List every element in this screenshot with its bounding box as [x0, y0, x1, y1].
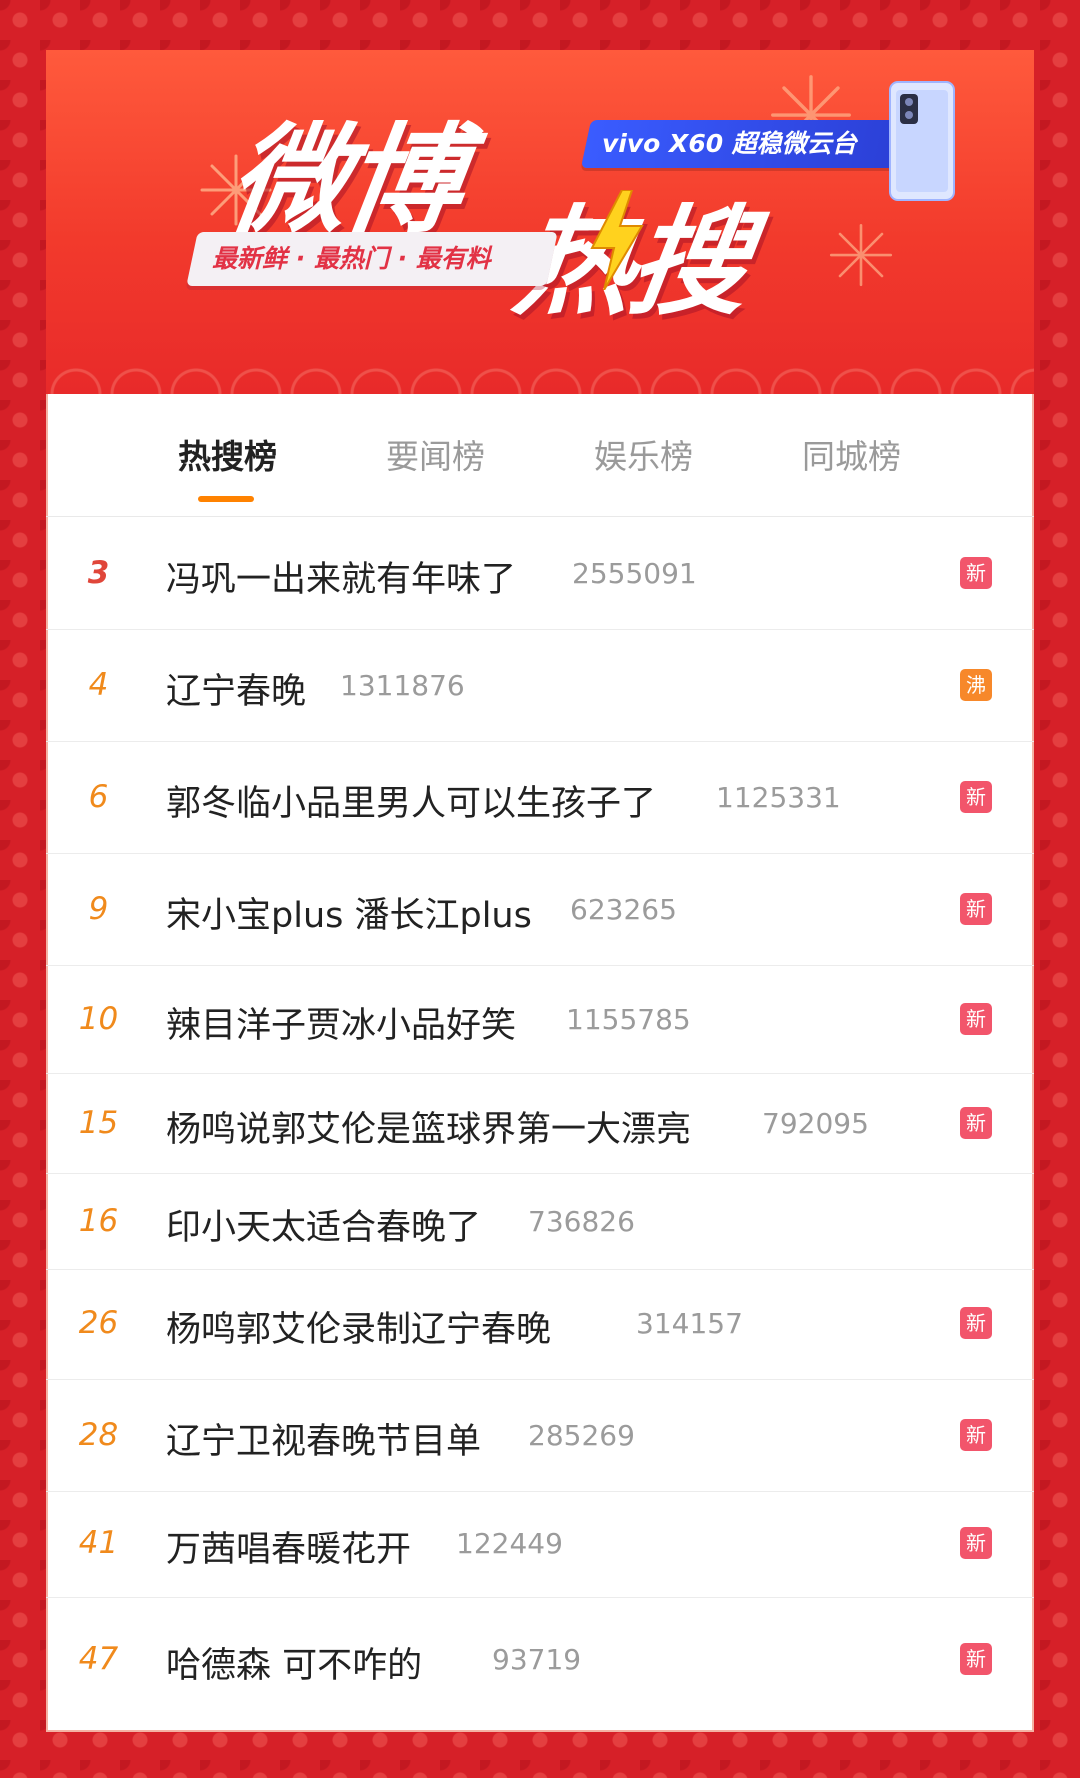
rank-number: 28: [78, 1417, 119, 1453]
topic-title[interactable]: 万茜唱春暖花开: [166, 1521, 411, 1572]
slogan-label: 最新鲜 · 最热门 · 最有料: [212, 244, 491, 273]
new-badge: 新: [960, 781, 992, 813]
heat-count: 792095: [762, 1107, 869, 1140]
topic-title[interactable]: 宋小宝plus 潘长江plus: [166, 887, 532, 938]
new-badge: 新: [960, 557, 992, 589]
firework-decoration: [829, 223, 893, 287]
new-badge: 新: [960, 1003, 992, 1035]
rank-number: 41: [78, 1525, 119, 1561]
list-item[interactable]: 28 辽宁卫视春晚节目单 285269 新: [46, 1379, 1034, 1492]
rank-number: 6: [88, 779, 109, 815]
list-item[interactable]: 3 冯巩一出来就有年味了 2555091 新: [46, 517, 1034, 630]
heat-count: 314157: [636, 1307, 743, 1340]
topic-title[interactable]: 冯巩一出来就有年味了: [166, 551, 516, 602]
new-badge: 新: [960, 1643, 992, 1675]
list-item[interactable]: 6 郭冬临小品里男人可以生孩子了 1125331 新: [46, 741, 1034, 854]
list-item[interactable]: 16 印小天太适合春晚了 736826: [46, 1173, 1034, 1270]
tab-news[interactable]: 要闻榜: [386, 430, 485, 478]
topic-title[interactable]: 辽宁春晚: [166, 663, 306, 714]
list-item[interactable]: 9 宋小宝plus 潘长江plus 623265 新: [46, 853, 1034, 966]
topic-title[interactable]: 辽宁卫视春晚节目单: [166, 1413, 481, 1464]
hot-badge: 沸: [960, 669, 992, 701]
rank-number: 4: [88, 667, 109, 703]
tab-entertainment[interactable]: 娱乐榜: [594, 430, 693, 478]
heat-count: 122449: [456, 1527, 563, 1560]
hot-search-card: 微博 热搜 vivo X60 超稳微云台 最新鲜 · 最热门 · 最有料 热搜榜…: [46, 50, 1034, 1732]
heat-count: 93719: [492, 1643, 582, 1676]
heat-count: 736826: [528, 1205, 635, 1238]
topic-title[interactable]: 杨鸣说郭艾伦是篮球界第一大漂亮: [166, 1101, 691, 1152]
topic-title[interactable]: 印小天太适合春晚了: [166, 1199, 481, 1250]
list-item[interactable]: 4 辽宁春晚 1311876 沸: [46, 629, 1034, 742]
rank-number: 15: [78, 1105, 119, 1141]
active-tab-indicator: [198, 496, 254, 502]
new-badge: 新: [960, 1527, 992, 1559]
list-item[interactable]: 15 杨鸣说郭艾伦是篮球界第一大漂亮 792095 新: [46, 1073, 1034, 1174]
topic-title[interactable]: 杨鸣郭艾伦录制辽宁春晚: [166, 1301, 551, 1352]
tab-hot-search[interactable]: 热搜榜: [178, 430, 277, 478]
new-badge: 新: [960, 1419, 992, 1451]
tab-bar: 热搜榜 要闻榜 娱乐榜 同城榜: [46, 394, 1034, 517]
heat-count: 285269: [528, 1419, 635, 1452]
banner-title-weibo: 微博: [220, 111, 469, 249]
list-item[interactable]: 26 杨鸣郭艾伦录制辽宁春晚 314157 新: [46, 1269, 1034, 1380]
new-badge: 新: [960, 1307, 992, 1339]
lightning-bolt-icon: [590, 190, 644, 290]
tab-local[interactable]: 同城榜: [802, 430, 901, 478]
list-item[interactable]: 41 万茜唱春暖花开 122449 新: [46, 1491, 1034, 1598]
sponsor-label: vivo X60 超稳微云台: [602, 129, 857, 158]
list-item[interactable]: 47 哈德森 可不咋的 93719 新: [46, 1597, 1034, 1723]
heat-count: 1155785: [566, 1003, 691, 1036]
rank-number: 9: [88, 891, 109, 927]
list-item[interactable]: 10 辣目洋子贾冰小品好笑 1155785 新: [46, 965, 1034, 1074]
heat-count: 2555091: [572, 557, 697, 590]
topic-title[interactable]: 辣目洋子贾冰小品好笑: [166, 997, 516, 1048]
rank-number: 3: [87, 555, 110, 591]
new-badge: 新: [960, 893, 992, 925]
phone-icon: [889, 81, 955, 201]
banner: 微博 热搜 vivo X60 超稳微云台 最新鲜 · 最热门 · 最有料: [46, 50, 1034, 394]
heat-count: 1311876: [340, 669, 465, 702]
rank-number: 16: [78, 1203, 119, 1239]
topic-title[interactable]: 哈德森 可不咋的: [166, 1637, 422, 1688]
topic-title[interactable]: 郭冬临小品里男人可以生孩子了: [166, 775, 656, 826]
rank-number: 47: [78, 1641, 119, 1677]
rank-number: 10: [78, 1001, 119, 1037]
new-badge: 新: [960, 1107, 992, 1139]
heat-count: 623265: [570, 893, 677, 926]
rank-number: 26: [78, 1305, 119, 1341]
heat-count: 1125331: [716, 781, 841, 814]
